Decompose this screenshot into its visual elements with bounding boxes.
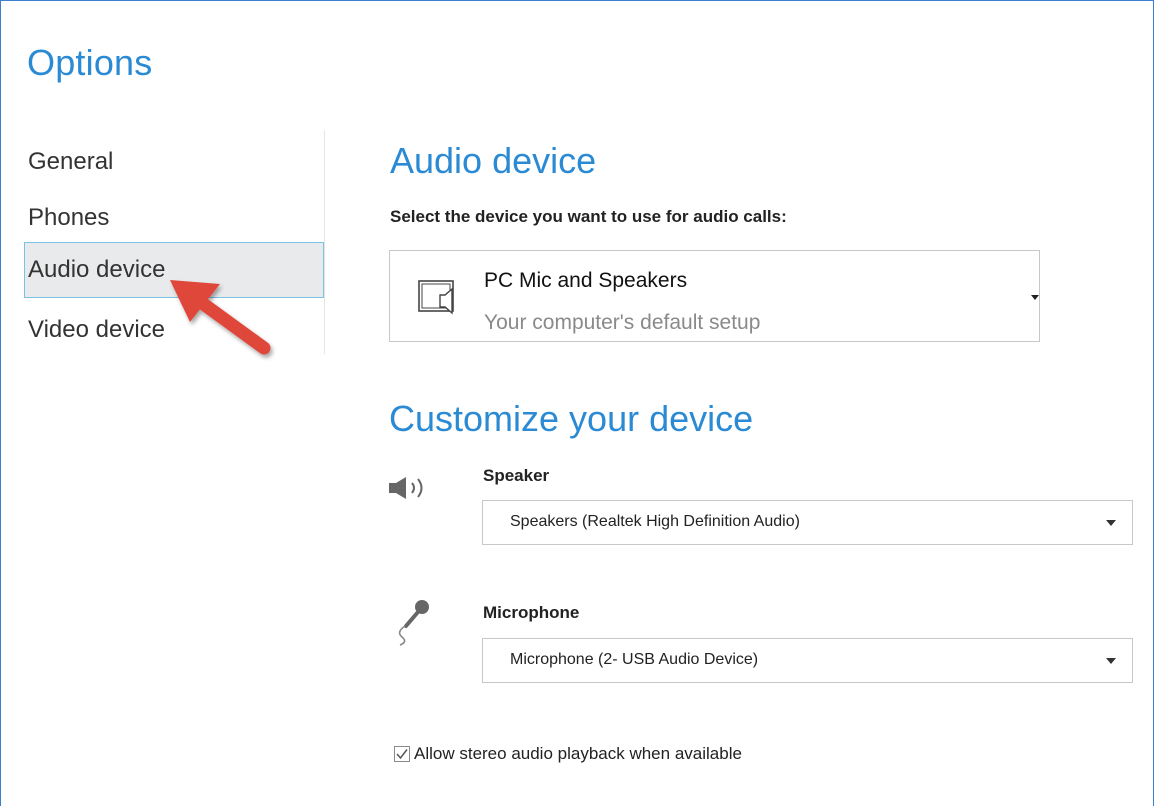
audio-device-select[interactable]: PC Mic and Speakers Your computer's defa…: [389, 250, 1040, 342]
page-title: Options: [27, 42, 153, 83]
nav-divider: [324, 130, 325, 354]
nav-item-label: General: [28, 148, 114, 175]
device-description: Your computer's default setup: [484, 311, 761, 334]
nav-item-label: Video device: [28, 316, 165, 343]
chevron-down-icon: [1106, 658, 1116, 664]
stereo-checkbox[interactable]: [394, 746, 410, 762]
chevron-down-icon: [1031, 295, 1039, 300]
audio-device-prompt: Select the device you want to use for au…: [390, 207, 787, 226]
device-name: PC Mic and Speakers: [484, 269, 688, 292]
nav-item-label: Phones: [28, 204, 110, 231]
speaker-dropdown[interactable]: Speakers (Realtek High Definition Audio): [482, 500, 1133, 545]
annotation-arrow-icon: [170, 280, 271, 355]
microphone-value: Microphone (2- USB Audio Device): [510, 651, 759, 668]
speaker-label: Speaker: [483, 466, 550, 485]
audio-device-heading: Audio device: [390, 140, 597, 181]
speaker-icon: [389, 477, 423, 499]
nav-item-label: Audio device: [28, 256, 166, 283]
stereo-label: Allow stereo audio playback when availab…: [414, 744, 742, 763]
chevron-down-icon: [1106, 520, 1116, 526]
customize-heading: Customize your device: [389, 398, 754, 439]
checkmark-icon: [396, 749, 408, 760]
microphone-label: Microphone: [483, 603, 580, 622]
speaker-value: Speakers (Realtek High Definition Audio): [510, 513, 800, 530]
pc-speaker-icon: [418, 280, 454, 315]
nav-item-phones[interactable]: Phones: [24, 190, 324, 246]
nav-item-general[interactable]: General: [24, 134, 324, 190]
microphone-icon: [398, 600, 429, 646]
microphone-dropdown[interactable]: Microphone (2- USB Audio Device): [482, 638, 1133, 683]
stereo-checkbox-row[interactable]: Allow stereo audio playback when availab…: [394, 744, 742, 764]
